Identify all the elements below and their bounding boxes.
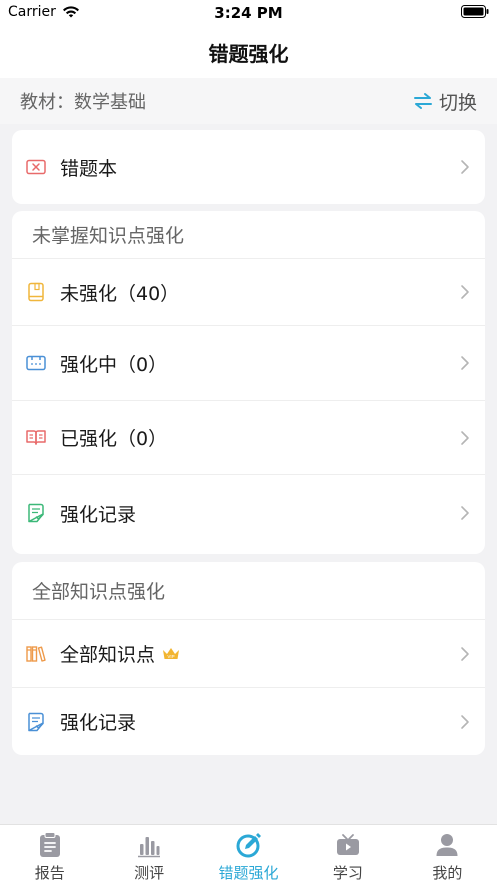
list-item-not-reinforced[interactable]: 未强化（40） [12, 259, 485, 326]
pencil-icon [236, 833, 261, 858]
list-item-label: 已强化（0） [60, 428, 168, 450]
tab-study[interactable]: 学习 [298, 825, 397, 883]
all-points-card: 全部知识点强化 全部知识点 VIP 强化记录 [12, 562, 485, 755]
all-points-label: 全部知识点 [60, 644, 156, 666]
tab-bar: 报告 测评 错题强化 学习 我的 [0, 824, 497, 883]
wrong-book-card: 错题本 [12, 130, 485, 204]
list-item-label: 未强化（40） [60, 282, 180, 305]
record-icon [26, 503, 46, 523]
tab-wrong-reinforce[interactable]: 错题强化 [199, 825, 298, 883]
wrong-book-icon [26, 157, 46, 177]
status-bar: Carrier 3:24 PM [0, 0, 497, 26]
tab-label: 学习 [332, 864, 363, 882]
page-title: 错题强化 [208, 41, 289, 66]
books-icon [26, 644, 46, 664]
textbook-label: 教材：数学基础 [20, 92, 146, 113]
section-title: 全部知识点强化 [12, 562, 485, 620]
list-item-label: 强化记录 [60, 503, 137, 526]
wrong-book-label: 错题本 [60, 157, 118, 180]
record-icon [26, 712, 46, 732]
nav-bar: 错题强化 [0, 26, 497, 78]
wrong-book-row[interactable]: 错题本 [12, 130, 485, 204]
open-book-icon [26, 428, 46, 448]
status-time: 3:24 PM [214, 4, 283, 22]
tab-evaluate[interactable]: 测评 [99, 825, 198, 883]
chevron-right-icon [461, 646, 469, 661]
section-title: 未掌握知识点强化 [12, 211, 485, 259]
tab-label: 错题强化 [218, 864, 279, 882]
chevron-right-icon [461, 714, 469, 729]
list-item-label: 强化记录 [60, 712, 137, 734]
battery-icon [461, 5, 489, 18]
switch-textbook-button[interactable]: 切换 [413, 88, 477, 115]
unmastered-card: 未掌握知识点强化 未强化（40） 强化中（0） 已强化（0） 强化记录 [12, 211, 485, 554]
list-item-reinforcing[interactable]: 强化中（0） [12, 326, 485, 401]
swap-icon [413, 93, 432, 109]
tab-report[interactable]: 报告 [0, 825, 99, 883]
tab-label: 报告 [34, 864, 65, 882]
vip-crown-icon: VIP [163, 647, 180, 659]
list-item-all-points[interactable]: 全部知识点 VIP [12, 620, 485, 688]
ticket-icon [26, 353, 46, 373]
status-right [461, 5, 489, 22]
bar-chart-icon [138, 837, 161, 858]
chevron-right-icon [461, 160, 469, 174]
chevron-right-icon [461, 430, 469, 445]
tv-icon [336, 834, 359, 855]
chevron-right-icon [461, 506, 469, 520]
person-icon [436, 834, 458, 856]
chevron-right-icon [461, 285, 469, 299]
list-item-label: 全部知识点 VIP [60, 640, 459, 667]
textbook-bar: 教材：数学基础 切换 [0, 78, 497, 124]
tab-label: 测评 [134, 864, 165, 882]
list-item-all-record[interactable]: 强化记录 [12, 688, 485, 755]
switch-label: 切换 [438, 91, 477, 114]
clipboard-icon [39, 832, 60, 857]
book-icon [26, 282, 46, 302]
list-item-reinforced[interactable]: 已强化（0） [12, 401, 485, 475]
tab-mine[interactable]: 我的 [398, 825, 497, 883]
list-item-label: 强化中（0） [60, 353, 168, 376]
svg-text:VIP: VIP [167, 654, 174, 659]
tab-label: 我的 [432, 864, 463, 882]
chevron-right-icon [461, 356, 469, 370]
list-item-record[interactable]: 强化记录 [12, 475, 485, 551]
